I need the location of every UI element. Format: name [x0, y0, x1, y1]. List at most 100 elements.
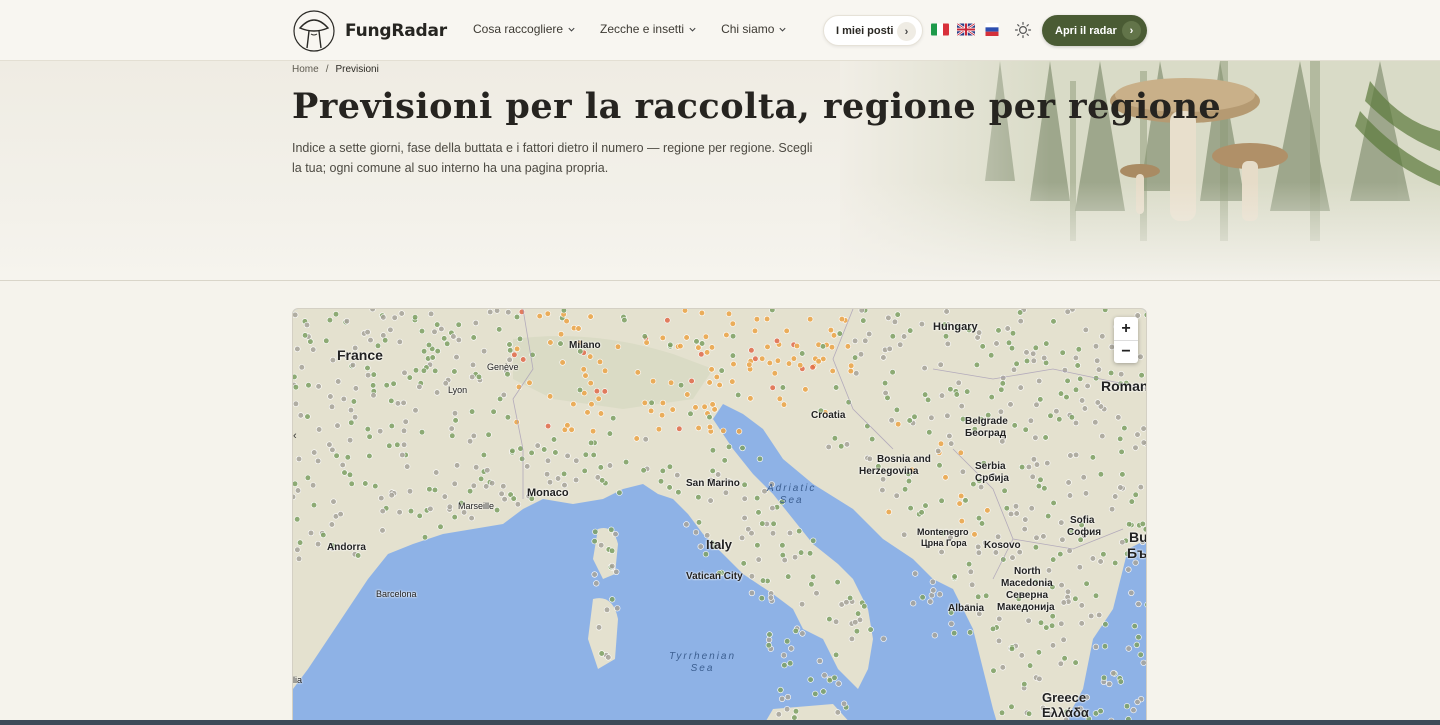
forecast-dot[interactable] — [346, 437, 354, 444]
forecast-dot[interactable] — [379, 508, 386, 515]
forecast-dot[interactable] — [1033, 401, 1040, 408]
forecast-dot[interactable] — [1099, 333, 1106, 340]
forecast-dot[interactable] — [650, 378, 657, 385]
forecast-dot[interactable] — [880, 635, 887, 642]
forecast-dot[interactable] — [310, 482, 317, 489]
forecast-dot[interactable] — [668, 379, 675, 386]
forecast-dot[interactable] — [452, 417, 459, 424]
forecast-dot[interactable] — [1049, 613, 1056, 620]
forecast-dot[interactable] — [293, 373, 298, 380]
forecast-dot[interactable] — [1108, 506, 1116, 513]
forecast-dot[interactable] — [693, 338, 700, 345]
forecast-dot[interactable] — [516, 335, 524, 343]
forecast-dot[interactable] — [983, 592, 990, 599]
forecast-dot[interactable] — [451, 514, 458, 521]
forecast-dot[interactable] — [295, 555, 303, 562]
forecast-dot[interactable] — [1007, 401, 1014, 408]
forecast-dot[interactable] — [557, 340, 564, 347]
forecast-dot[interactable] — [398, 310, 405, 317]
forecast-dot[interactable] — [827, 327, 835, 334]
forecast-dot[interactable] — [582, 451, 589, 458]
forecast-dot[interactable] — [633, 435, 640, 442]
forecast-dot[interactable] — [769, 384, 776, 391]
forecast-dot[interactable] — [593, 580, 600, 587]
forecast-dot[interactable] — [888, 417, 895, 424]
forecast-dot[interactable] — [1106, 680, 1113, 688]
forecast-dot[interactable] — [485, 431, 492, 438]
forecast-dot[interactable] — [294, 546, 301, 553]
forecast-dot[interactable] — [550, 436, 558, 443]
forecast-dot[interactable] — [411, 314, 419, 321]
forecast-dot[interactable] — [1058, 620, 1065, 627]
forecast-dot[interactable] — [1040, 533, 1047, 540]
forecast-dot[interactable] — [468, 515, 475, 522]
forecast-dot[interactable] — [416, 512, 423, 519]
forecast-dot[interactable] — [748, 573, 756, 580]
forecast-dot[interactable] — [570, 400, 577, 408]
forecast-dot[interactable] — [472, 319, 479, 327]
forecast-dot[interactable] — [526, 379, 533, 386]
forecast-dot[interactable] — [831, 674, 838, 681]
forecast-dot[interactable] — [709, 447, 717, 454]
forecast-dot[interactable] — [1092, 343, 1100, 350]
forecast-dot[interactable] — [609, 563, 616, 570]
forecast-dot[interactable] — [642, 436, 649, 443]
forecast-dot[interactable] — [333, 452, 340, 459]
forecast-dot[interactable] — [1047, 412, 1054, 419]
forecast-dot[interactable] — [396, 338, 403, 346]
forecast-dot[interactable] — [400, 441, 408, 448]
nav-chi-siamo[interactable]: Chi siamo — [721, 22, 787, 36]
forecast-dot[interactable] — [802, 386, 809, 393]
forecast-dot[interactable] — [1139, 520, 1146, 527]
forecast-dot[interactable] — [720, 427, 727, 434]
forecast-dot[interactable] — [1008, 645, 1016, 652]
forecast-dot[interactable] — [402, 418, 409, 425]
forecast-dot[interactable] — [683, 521, 690, 528]
forecast-dot[interactable] — [343, 318, 351, 325]
forecast-dot[interactable] — [777, 686, 784, 694]
forecast-dot[interactable] — [989, 625, 997, 633]
forecast-dot[interactable] — [1057, 390, 1065, 397]
forecast-dot[interactable] — [838, 443, 845, 450]
forecast-dot[interactable] — [451, 368, 458, 375]
forecast-dot[interactable] — [678, 382, 685, 389]
forecast-dot[interactable] — [524, 463, 531, 470]
forecast-dot[interactable] — [1042, 434, 1049, 441]
forecast-dot[interactable] — [706, 423, 714, 431]
forecast-dot[interactable] — [581, 467, 588, 474]
forecast-dot[interactable] — [843, 441, 851, 448]
forecast-dot[interactable] — [975, 543, 982, 550]
forecast-dot[interactable] — [922, 502, 929, 509]
forecast-dot[interactable] — [1043, 340, 1050, 347]
forecast-dot[interactable] — [1132, 491, 1139, 498]
forecast-dot[interactable] — [942, 333, 950, 340]
forecast-dot[interactable] — [695, 494, 702, 501]
forecast-dot[interactable] — [418, 328, 426, 335]
forecast-dot[interactable] — [722, 489, 730, 496]
forecast-dot[interactable] — [716, 381, 723, 389]
forecast-dot[interactable] — [926, 429, 933, 436]
forecast-dot[interactable] — [881, 379, 889, 387]
forecast-dot[interactable] — [601, 388, 608, 395]
forecast-dot[interactable] — [1025, 710, 1033, 717]
forecast-dot[interactable] — [391, 314, 398, 321]
forecast-dot[interactable] — [838, 316, 846, 323]
forecast-dot[interactable] — [919, 594, 926, 601]
forecast-dot[interactable] — [341, 469, 348, 476]
forecast-dot[interactable] — [929, 578, 936, 585]
forecast-dot[interactable] — [366, 433, 373, 440]
forecast-dot[interactable] — [911, 413, 918, 420]
forecast-dot[interactable] — [725, 443, 733, 450]
forecast-dot[interactable] — [383, 382, 390, 389]
forecast-dot[interactable] — [1005, 339, 1013, 346]
forecast-dot[interactable] — [1081, 405, 1089, 412]
forecast-dot[interactable] — [741, 495, 748, 502]
forecast-dot[interactable] — [781, 557, 788, 564]
forecast-dot[interactable] — [623, 459, 630, 466]
forecast-dot[interactable] — [416, 383, 423, 390]
forecast-dot[interactable] — [741, 514, 748, 522]
forecast-dot[interactable] — [498, 490, 505, 497]
forecast-dot[interactable] — [293, 493, 297, 500]
forecast-dot[interactable] — [984, 507, 991, 514]
forecast-dot[interactable] — [810, 537, 817, 544]
